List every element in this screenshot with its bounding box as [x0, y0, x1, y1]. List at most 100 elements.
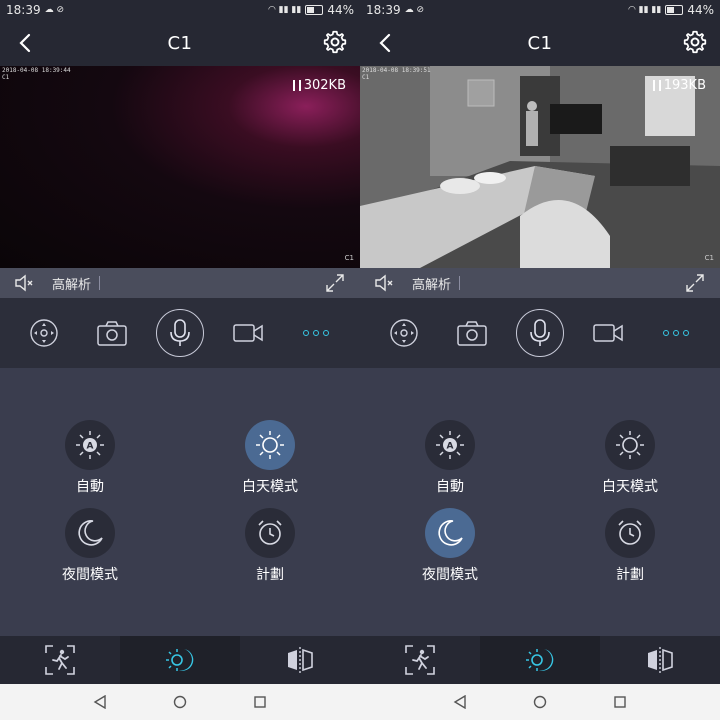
mode-label: 夜間模式 — [422, 567, 478, 583]
talk-button[interactable] — [516, 309, 564, 357]
bitrate-indicator: 302KB — [292, 78, 346, 93]
video-feed[interactable]: 2018-04-08 18:39:51 C1 193KB C1 — [360, 66, 720, 268]
gear-icon[interactable] — [682, 29, 708, 55]
camera-watermark: C1 — [344, 254, 354, 262]
mode-label: 夜間模式 — [62, 567, 118, 583]
back-button[interactable] — [14, 31, 38, 55]
nav-recents-button[interactable] — [609, 691, 631, 713]
alarm-clock-icon — [618, 520, 642, 545]
battery-fill — [307, 7, 315, 13]
camera-panel-left: 18:39 ☁ ⊘ ◠ ▮▮ ▮▮ 44% C1 2018-04-08 18:3… — [0, 0, 360, 720]
gear-icon[interactable] — [322, 29, 348, 55]
status-time: 18:39 — [6, 3, 41, 17]
divider — [99, 276, 101, 290]
top-bar: C1 — [0, 20, 360, 66]
bitrate-icon — [652, 80, 661, 91]
status-bar: 18:39 ☁ ⊘ ◠ ▮▮ ▮▮ 44% — [360, 0, 720, 20]
mode-schedule[interactable]: 計劃 — [210, 508, 330, 584]
speaker-mute-icon[interactable] — [14, 274, 36, 292]
day-night-icon — [526, 649, 554, 671]
page-title: C1 — [167, 32, 193, 54]
video-camera-icon — [233, 324, 263, 342]
battery-percent: 44% — [327, 3, 354, 17]
direction-pad-icon — [30, 319, 58, 347]
record-button[interactable] — [224, 309, 272, 357]
tab-motion-detection[interactable] — [0, 636, 120, 684]
tab-image-flip[interactable] — [240, 636, 360, 684]
motion-detection-icon — [405, 645, 435, 675]
tab-motion-detection[interactable] — [360, 636, 480, 684]
more-button[interactable] — [292, 309, 340, 357]
camera-watermark: C1 — [704, 254, 714, 262]
nav-back-button[interactable] — [89, 691, 111, 713]
android-nav-bar — [0, 684, 360, 720]
camera-controls — [0, 298, 360, 368]
bitrate-indicator: 193KB — [652, 78, 706, 93]
tab-image-flip[interactable] — [600, 636, 720, 684]
mode-icon-circle — [65, 508, 115, 558]
talk-button[interactable] — [156, 309, 204, 357]
speaker-mute-icon[interactable] — [374, 274, 396, 292]
ptz-control-button[interactable] — [20, 309, 68, 357]
resolution-toggle[interactable]: 高解析 — [52, 274, 91, 293]
camera-icon — [97, 321, 127, 346]
record-button[interactable] — [584, 309, 632, 357]
bitrate-value: 302KB — [303, 78, 346, 93]
mic-ring — [156, 309, 204, 357]
square-recents-icon — [614, 696, 626, 708]
mode-schedule[interactable]: 計劃 — [570, 508, 690, 584]
fullscreen-icon[interactable] — [326, 274, 344, 292]
battery-percent: 44% — [687, 3, 714, 17]
video-feed[interactable]: 2018-04-08 18:39:44 C1 302KB C1 — [0, 66, 360, 268]
snapshot-button[interactable] — [448, 309, 496, 357]
camera-controls — [360, 298, 720, 368]
snapshot-button[interactable] — [88, 309, 136, 357]
mirror-flip-icon — [648, 647, 673, 673]
nav-home-button[interactable] — [169, 691, 191, 713]
mode-auto[interactable]: A 自動 — [30, 420, 150, 496]
mode-auto[interactable]: A 自動 — [390, 420, 510, 496]
motion-detection-icon — [45, 645, 75, 675]
circle-home-icon — [173, 695, 187, 709]
mode-day[interactable]: 白天模式 — [210, 420, 330, 496]
resolution-toggle[interactable]: 高解析 — [412, 274, 451, 293]
nav-recents-button[interactable] — [249, 691, 271, 713]
microphone-icon — [170, 319, 190, 346]
mode-night[interactable]: 夜間模式 — [30, 508, 150, 584]
mode-icon-circle — [245, 420, 295, 470]
nav-back-button[interactable] — [449, 691, 471, 713]
tab-night-vision[interactable] — [480, 636, 600, 684]
more-dots-icon — [303, 330, 329, 336]
sun-icon — [616, 431, 644, 459]
notification-icons: ☁ ⊘ — [44, 5, 64, 15]
fullscreen-icon[interactable] — [686, 274, 704, 292]
back-button[interactable] — [374, 31, 398, 55]
moon-icon — [78, 520, 103, 546]
mode-label: 自動 — [436, 479, 464, 495]
svg-text:A: A — [87, 442, 94, 452]
bottom-tab-bar — [360, 636, 720, 684]
camera-panel-right: 18:39 ☁ ⊘ ◠ ▮▮ ▮▮ 44% C1 2018-04-08 18:3… — [360, 0, 720, 720]
bitrate-value: 193KB — [663, 78, 706, 93]
bottom-tab-bar — [0, 636, 360, 684]
more-button[interactable] — [652, 309, 700, 357]
mode-night[interactable]: 夜間模式 — [390, 508, 510, 584]
camera-icon — [457, 321, 487, 346]
mic-ring — [516, 309, 564, 357]
more-dots-icon — [663, 330, 689, 336]
battery-icon — [665, 5, 684, 15]
android-nav-bar — [360, 684, 720, 720]
nav-home-button[interactable] — [529, 691, 551, 713]
triangle-back-icon — [453, 695, 466, 709]
circle-home-icon — [533, 695, 547, 709]
tab-night-vision[interactable] — [120, 636, 240, 684]
sun-auto-icon: A — [76, 431, 104, 459]
microphone-icon — [530, 319, 550, 346]
ptz-control-button[interactable] — [380, 309, 428, 357]
mode-day[interactable]: 白天模式 — [570, 420, 690, 496]
moon-icon — [438, 520, 463, 546]
bitrate-icon — [292, 80, 301, 91]
svg-text:A: A — [447, 442, 454, 452]
divider — [459, 276, 461, 290]
night-vision-scene — [360, 66, 720, 268]
